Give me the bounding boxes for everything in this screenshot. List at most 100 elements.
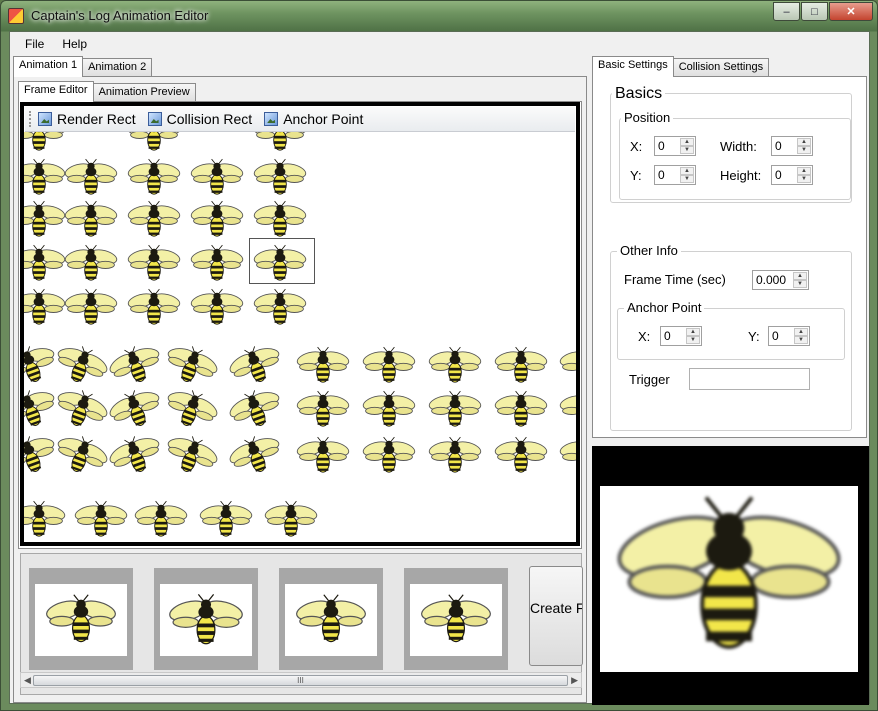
height-stepper[interactable]: 0 ▲ ▼ <box>771 165 813 185</box>
title-bar[interactable]: Captain's Log Animation Editor – □ ✕ <box>1 1 877 31</box>
bee-sprite <box>103 338 168 392</box>
spin-down-icon[interactable]: ▼ <box>793 280 807 288</box>
animation-panel: Frame Editor Animation Preview Render Re… <box>13 76 587 703</box>
render-rect-button[interactable]: Render Rect <box>38 111 136 127</box>
selected-frame-box[interactable] <box>249 238 315 284</box>
editor-tabs: Frame Editor Animation Preview <box>18 81 196 102</box>
collision-rect-button[interactable]: Collision Rect <box>147 111 253 127</box>
app-icon <box>8 8 24 24</box>
menu-file[interactable]: File <box>16 35 53 53</box>
y-stepper[interactable]: 0 ▲ ▼ <box>654 165 696 185</box>
spin-down-icon[interactable]: ▼ <box>797 175 811 183</box>
minimize-button[interactable]: – <box>773 2 800 21</box>
x-label: X: <box>630 139 643 154</box>
bee-sprite <box>362 346 416 383</box>
bee-sprite <box>127 244 181 281</box>
anchor-x-stepper[interactable]: 0 ▲ ▼ <box>660 326 702 346</box>
bee-sprite <box>494 390 548 427</box>
tab-animation-1[interactable]: Animation 1 <box>13 56 84 77</box>
tab-collision-settings[interactable]: Collision Settings <box>672 58 770 77</box>
tab-frame-editor[interactable]: Frame Editor <box>18 81 94 102</box>
anchor-point-label: Anchor Point <box>283 111 364 127</box>
sprite-sheet-canvas[interactable] <box>24 132 576 542</box>
frame-time-stepper[interactable]: 0.000 ▲ ▼ <box>752 270 809 290</box>
spin-up-icon[interactable]: ▲ <box>793 272 807 280</box>
tab-basic-settings[interactable]: Basic Settings <box>592 56 674 77</box>
bee-sprite <box>190 158 244 195</box>
y-value: 0 <box>658 168 665 182</box>
image-icon <box>147 112 162 126</box>
anchor-x-label: X: <box>638 329 651 344</box>
bee-sprite <box>24 200 66 237</box>
x-value: 0 <box>658 139 665 153</box>
anchor-y-stepper[interactable]: 0 ▲ ▼ <box>768 326 810 346</box>
frame-toolbar: Render Rect Collision Rect Anchor Point <box>25 107 575 132</box>
spin-down-icon[interactable]: ▼ <box>680 146 694 154</box>
bee-sprite <box>253 132 307 151</box>
bee-sprite <box>190 244 244 281</box>
tab-animation-preview[interactable]: Animation Preview <box>92 83 196 102</box>
window-title: Captain's Log Animation Editor <box>31 8 209 23</box>
bee-sprite <box>253 288 307 325</box>
trigger-input[interactable] <box>689 368 810 390</box>
render-rect-label: Render Rect <box>57 111 136 127</box>
spin-up-icon[interactable]: ▲ <box>794 328 808 336</box>
width-stepper[interactable]: 0 ▲ ▼ <box>771 136 813 156</box>
spin-up-icon[interactable]: ▲ <box>686 328 700 336</box>
bee-sprite <box>296 436 350 473</box>
close-button[interactable]: ✕ <box>829 2 873 21</box>
spin-up-icon[interactable]: ▲ <box>797 167 811 175</box>
anchor-point-title: Anchor Point <box>624 300 705 315</box>
scroll-right-icon[interactable]: ▶ <box>571 675 578 686</box>
spin-down-icon[interactable]: ▼ <box>686 336 700 344</box>
collision-rect-label: Collision Rect <box>166 111 253 127</box>
tab-animation-2[interactable]: Animation 2 <box>82 58 153 77</box>
spin-down-icon[interactable]: ▼ <box>794 336 808 344</box>
frame-thumbnail[interactable] <box>29 568 133 670</box>
spin-up-icon[interactable]: ▲ <box>680 138 694 146</box>
bee-sprite <box>24 158 66 195</box>
x-stepper[interactable]: 0 ▲ ▼ <box>654 136 696 156</box>
bee-sprite <box>199 500 253 537</box>
maximize-button[interactable]: □ <box>801 2 828 21</box>
create-frame-button[interactable]: Create Frame <box>529 566 583 666</box>
spin-down-icon[interactable]: ▼ <box>797 146 811 154</box>
frame-preview-image <box>600 486 858 672</box>
frame-preview-panel <box>592 446 869 705</box>
frame-time-label: Frame Time (sec) <box>624 272 726 287</box>
animation-tabs: Animation 1 Animation 2 <box>13 56 153 77</box>
bee-sprite <box>494 346 548 383</box>
scrollbar-thumb[interactable]: III <box>33 675 568 686</box>
toolbar-grip[interactable] <box>29 111 32 127</box>
anchor-y-value: 0 <box>772 329 779 343</box>
settings-panel: Basics Position X: 0 ▲ ▼ Y: 0 ▲ ▼ Width: 0 ▲ ▼… <box>592 76 867 438</box>
menu-bar: File Help <box>10 32 869 56</box>
width-label: Width: <box>720 139 757 154</box>
bee-sprite <box>264 500 318 537</box>
menu-help[interactable]: Help <box>53 35 96 53</box>
bee-sprite <box>296 390 350 427</box>
image-icon <box>38 112 52 126</box>
client-area: File Help Animation 1 Animation 2 Frame … <box>9 31 870 705</box>
frame-strip-scrollbar[interactable]: ◀ III ▶ <box>20 672 582 688</box>
bee-sprite <box>24 132 66 151</box>
other-info-title: Other Info <box>617 243 681 258</box>
bee-sprite <box>64 200 118 237</box>
spin-up-icon[interactable]: ▲ <box>680 167 694 175</box>
scroll-left-icon[interactable]: ◀ <box>24 675 31 686</box>
bee-sprite <box>190 200 244 237</box>
bee-sprite <box>223 382 288 436</box>
bee-sprite <box>127 288 181 325</box>
sprite-sheet-frame: Render Rect Collision Rect Anchor Point <box>20 102 580 546</box>
frame-thumbnail[interactable] <box>279 568 383 670</box>
frame-editor-panel: Render Rect Collision Rect Anchor Point <box>18 101 582 549</box>
bee-sprite <box>223 428 288 482</box>
frame-thumbnail[interactable] <box>154 568 258 670</box>
frame-time-value: 0.000 <box>756 273 787 287</box>
bee-sprite <box>103 428 168 482</box>
frame-thumbnail[interactable] <box>404 568 508 670</box>
bee-sprite <box>127 158 181 195</box>
spin-down-icon[interactable]: ▼ <box>680 175 694 183</box>
spin-up-icon[interactable]: ▲ <box>797 138 811 146</box>
anchor-point-button[interactable]: Anchor Point <box>264 111 363 127</box>
